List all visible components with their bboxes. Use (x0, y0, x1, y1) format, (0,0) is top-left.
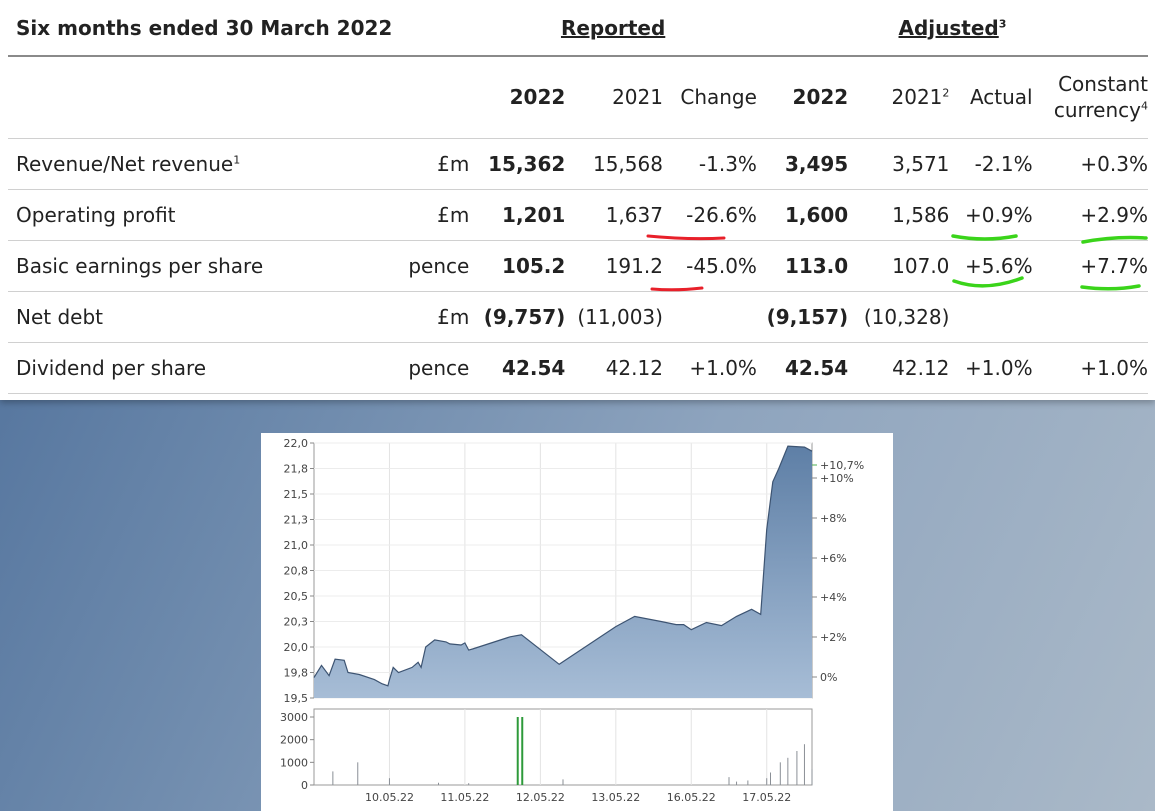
pct-tick-label: +8% (820, 512, 847, 525)
x-tick-label: 13.05.22 (591, 791, 640, 804)
cell-rep-2021: 1,637 (565, 189, 663, 241)
cell-change: -45.0% (662, 240, 757, 292)
price-tick-label: 20,0 (284, 641, 309, 654)
cell-rep-2021: (11,003) (565, 291, 663, 343)
x-tick-label: 10.05.22 (365, 791, 414, 804)
cell-adj-2022: 113.0 (756, 240, 849, 292)
col-reported-2022: 2022 (469, 56, 566, 139)
row-unit: pence (392, 240, 470, 292)
cell-change: +1.0% (662, 342, 757, 394)
col-reported-change: Change (662, 56, 757, 139)
table-row: Revenue/Net revenue1 £m 15,362 15,568 -1.3% 3… (8, 138, 1148, 190)
cell-rep-2022: (9,757) (469, 291, 566, 343)
cell-adj-2022: 1,600 (756, 189, 849, 241)
row-label: Net debt (8, 291, 393, 343)
volume-tick-label: 2000 (280, 734, 308, 747)
x-tick-label: 16.05.22 (667, 791, 716, 804)
x-tick-label: 12.05.22 (516, 791, 565, 804)
price-tick-label: 19,5 (284, 692, 309, 705)
cell-actual: +1.0% (949, 342, 1033, 394)
cell-cc: +1.0% (1032, 342, 1148, 394)
pct-tick-label: 0% (820, 671, 837, 684)
col-constant-currency: Constant currency4 (1032, 56, 1148, 139)
row-unit: £m (392, 291, 470, 343)
financial-summary-table: Six months ended 30 March 2022 Reported … (8, 0, 1148, 394)
cell-actual: +0.9% (949, 189, 1033, 241)
cell-rep-2022: 1,201 (469, 189, 566, 241)
cell-cc: +2.9% (1032, 189, 1148, 241)
cell-cc: +7.7% (1032, 240, 1148, 292)
cell-adj-2021: 42.12 (848, 342, 950, 394)
cell-rep-2021: 15,568 (565, 138, 663, 190)
cell-rep-2022: 15,362 (469, 138, 566, 190)
pct-last-label: +10,7% (820, 459, 864, 472)
row-unit: pence (392, 342, 470, 394)
cell-adj-2021: 107.0 (848, 240, 950, 292)
cell-cc (1032, 291, 1148, 343)
cell-actual: +5.6% (949, 240, 1033, 292)
cell-rep-2022: 105.2 (469, 240, 566, 292)
price-tick-label: 20,3 (284, 616, 309, 629)
column-header-row: 2022 2021 Change 2022 20212 Actual Const… (8, 56, 1148, 139)
col-adjusted-2021: 20212 (848, 56, 950, 139)
stock-chart: 10.05.22 11.05.22 12.05.22 13.05.22 16.05.22… (280, 437, 864, 804)
cell-rep-2021: 191.2 (565, 240, 663, 292)
cell-change (662, 291, 757, 343)
price-tick-label: 20,5 (284, 590, 309, 603)
price-tick-label: 21,3 (284, 514, 309, 527)
table-row: Basic earnings per share pence 105.2 191.2-… (8, 240, 1148, 292)
row-label: Revenue/Net revenue1 (8, 138, 393, 190)
cell-cc: +0.3% (1032, 138, 1148, 190)
table-row: Operating profit £m 1,201 1,637 -26.6% 1,600 1… (8, 189, 1148, 241)
group-reported: Reported (469, 0, 757, 57)
row-unit: £m (392, 189, 470, 241)
col-adjusted-2022: 2022 (756, 56, 849, 139)
price-tick-label: 21,0 (284, 539, 309, 552)
row-label: Operating profit (8, 189, 393, 241)
row-unit: £m (392, 138, 470, 190)
group-adjusted: Adjusted3 (756, 0, 1148, 57)
cell-change: -26.6% (662, 189, 757, 241)
price-tick-label: 19,8 (284, 667, 309, 680)
cell-adj-2022: (9,157) (756, 291, 849, 343)
col-reported-2021: 2021 (565, 56, 663, 139)
table-row: Dividend per share pence 42.54 42.12 +1.0% 42… (8, 342, 1148, 394)
row-label: Dividend per share (8, 342, 393, 394)
cell-actual: -2.1% (949, 138, 1033, 190)
table-title-row: Six months ended 30 March 2022 Reported … (8, 0, 1148, 57)
pct-tick-label: +10% (820, 472, 854, 485)
cell-actual (949, 291, 1033, 343)
col-adjusted-actual: Actual (949, 56, 1033, 139)
cell-adj-2022: 3,495 (756, 138, 849, 190)
pct-tick-label: +2% (820, 631, 847, 644)
x-tick-label: 11.05.22 (440, 791, 489, 804)
pct-tick-label: +6% (820, 552, 847, 565)
volume-tick-label: 1000 (280, 756, 308, 769)
table-title: Six months ended 30 March 2022 (8, 0, 393, 57)
cell-rep-2021: 42.12 (565, 342, 663, 394)
cell-adj-2021: 3,571 (848, 138, 950, 190)
cell-adj-2021: 1,586 (848, 189, 950, 241)
x-tick-label: 17.05.22 (742, 791, 791, 804)
cell-adj-2021: (10,328) (848, 291, 950, 343)
stock-chart-panel: 10.05.22 11.05.22 12.05.22 13.05.22 16.05.22… (261, 433, 893, 811)
volume-tick-label: 0 (301, 779, 308, 792)
price-tick-label: 21,8 (284, 463, 309, 476)
financial-summary-panel: Six months ended 30 March 2022 Reported … (0, 0, 1155, 400)
price-tick-label: 20,8 (284, 565, 309, 578)
cell-change: -1.3% (662, 138, 757, 190)
table-row: Net debt £m (9,757) (11,003) (9,157) (10,328) (8, 291, 1148, 343)
cell-rep-2022: 42.54 (469, 342, 566, 394)
row-label: Basic earnings per share (8, 240, 393, 292)
price-tick-label: 21,5 (284, 488, 309, 501)
volume-plot-area (313, 708, 813, 786)
cell-adj-2022: 42.54 (756, 342, 849, 394)
volume-tick-label: 3000 (280, 711, 308, 724)
price-tick-label: 22,0 (284, 437, 309, 450)
pct-tick-label: +4% (820, 591, 847, 604)
